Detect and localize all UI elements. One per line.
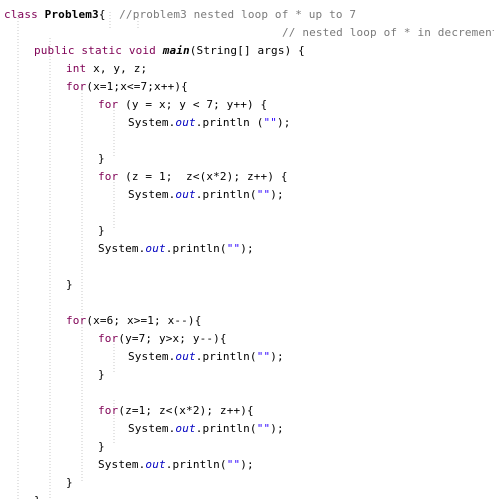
- code-token: }: [34, 494, 41, 499]
- code-token: "": [226, 458, 241, 471]
- code-line: System.out.println("");: [128, 420, 284, 438]
- code-token: System.: [128, 422, 176, 435]
- code-token: .println (: [195, 116, 264, 129]
- code-token: );: [270, 188, 284, 201]
- code-token: (z=1; z<(x*2); z++){: [118, 404, 254, 417]
- code-line: for (y = x; y < 7; y++) {: [98, 96, 267, 114]
- code-token: out: [175, 116, 196, 129]
- code-token: public static void: [34, 44, 163, 57]
- code-token: .println(: [165, 242, 227, 255]
- code-token: Problem3: [44, 8, 99, 21]
- code-token: for: [66, 314, 87, 327]
- code-token: );: [277, 116, 291, 129]
- code-token: (x=1;x<=7;x++){: [86, 80, 188, 93]
- code-token: out: [145, 458, 166, 471]
- code-line: for(y=7; y>x; y--){: [98, 330, 227, 348]
- code-token: out: [145, 242, 166, 255]
- code-token: for: [98, 332, 119, 345]
- code-token: );: [270, 350, 284, 363]
- code-token: "": [256, 350, 271, 363]
- code-line: for(x=1;x<=7;x++){: [66, 78, 188, 96]
- code-line: }: [98, 150, 105, 168]
- code-token: );: [270, 422, 284, 435]
- code-token: x, y, z;: [93, 62, 148, 75]
- code-token: "": [256, 188, 271, 201]
- code-line: }: [34, 492, 41, 499]
- code-token: "": [263, 116, 278, 129]
- code-token: );: [240, 458, 254, 471]
- code-token: "": [256, 422, 271, 435]
- code-token: System.: [128, 116, 176, 129]
- code-token: System.: [98, 458, 146, 471]
- code-token: );: [240, 242, 254, 255]
- code-line: System.out.println("");: [128, 186, 284, 204]
- code-token: for: [98, 404, 119, 417]
- code-line: }: [98, 438, 105, 456]
- code-token: }: [66, 278, 73, 291]
- code-token: }: [98, 152, 105, 165]
- code-line: }: [66, 474, 73, 492]
- code-token: {: [98, 8, 120, 21]
- code-line: System.out.println("");: [98, 240, 254, 258]
- code-line: }: [98, 366, 105, 384]
- code-token: for: [98, 98, 126, 111]
- code-token: System.: [128, 188, 176, 201]
- code-line: System.out.println("");: [98, 456, 254, 474]
- code-token: .println(: [195, 422, 257, 435]
- code-line: System.out.println ("");: [128, 114, 291, 132]
- code-line: }: [66, 276, 73, 294]
- code-token: (x=6; x>=1; x--){: [86, 314, 202, 327]
- code-token: .println(: [165, 458, 227, 471]
- code-token: int: [66, 62, 94, 75]
- code-token: }: [66, 476, 73, 489]
- code-token: class: [4, 8, 45, 21]
- code-token: for: [66, 80, 87, 93]
- code-token: (y=7; y>x; y--){: [118, 332, 227, 345]
- code-line: class Problem3{ //problem3 nested loop o…: [4, 6, 356, 24]
- code-token: }: [98, 224, 105, 237]
- code-token: "": [226, 242, 241, 255]
- code-token: System.: [128, 350, 176, 363]
- code-line: for (z = 1; z<(x*2); z++) {: [98, 168, 288, 186]
- code-token: // nested loop of * in decrement from 7: [282, 26, 494, 39]
- code-token: out: [175, 188, 196, 201]
- code-token: out: [175, 422, 196, 435]
- code-line: int x, y, z;: [66, 60, 147, 78]
- code-token: .println(: [195, 350, 257, 363]
- code-token: }: [98, 368, 105, 381]
- code-token: .println(: [195, 188, 257, 201]
- code-token: main: [162, 44, 190, 57]
- code-token: //problem3 nested loop of * up to 7: [119, 8, 357, 21]
- code-token: out: [175, 350, 196, 363]
- code-line: // nested loop of * in decrement from 7: [282, 24, 494, 42]
- code-token: System.: [98, 242, 146, 255]
- code-token: (z = 1; z<(x*2); z++) {: [125, 170, 288, 183]
- code-token: }: [98, 440, 105, 453]
- code-token: for: [98, 170, 126, 183]
- code-line: for(x=6; x>=1; x--){: [66, 312, 201, 330]
- code-token: (y = x; y < 7; y++) {: [125, 98, 268, 111]
- code-line: public static void main(String[] args) {: [34, 42, 305, 60]
- code-editor[interactable]: class Problem3{ //problem3 nested loop o…: [0, 0, 494, 499]
- code-line: }: [98, 222, 105, 240]
- code-token: (String[] args) {: [189, 44, 305, 57]
- code-line: for(z=1; z<(x*2); z++){: [98, 402, 254, 420]
- code-line: System.out.println("");: [128, 348, 284, 366]
